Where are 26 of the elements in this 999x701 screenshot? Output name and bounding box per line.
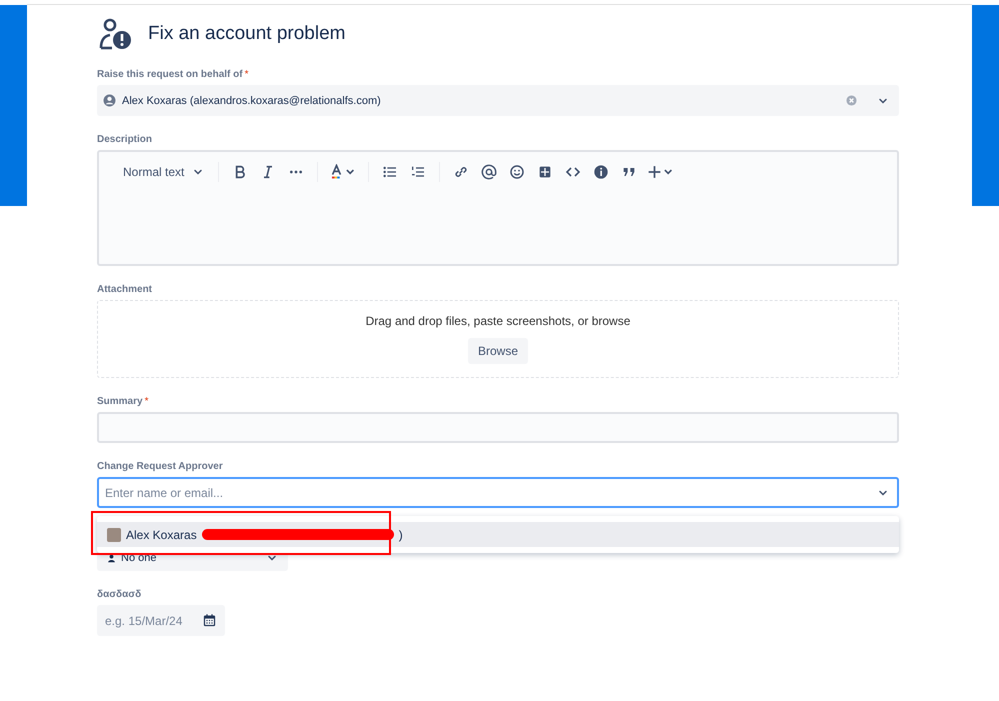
- user-select[interactable]: Alex Koxaras (alexandros.koxaras@relationalfs.com): [97, 85, 899, 116]
- closing-parenthesis: ): [398, 528, 403, 542]
- field-label: Attachment: [97, 284, 152, 295]
- account-alert-icon: [98, 17, 132, 51]
- text-style-dropdown[interactable]: Normal text: [117, 160, 210, 184]
- drop-hint: Drag and drop files, paste screenshots, or browse: [366, 314, 630, 328]
- avatar-photo-placeholder: [107, 528, 121, 542]
- approver-field[interactable]: Enter name or email...: [97, 477, 899, 508]
- field-label: Description: [97, 134, 152, 145]
- suggestion-item[interactable]: Alex Koxaras ): [97, 522, 899, 547]
- user-icon: [103, 94, 116, 107]
- clear-icon: [846, 95, 857, 106]
- description-editor[interactable]: Normal text: [97, 150, 899, 266]
- required-asterisk: *: [144, 396, 148, 407]
- field-label: δασδασδ: [97, 589, 142, 600]
- user-icon: [107, 554, 116, 562]
- field-label: Change Request Approver: [97, 461, 223, 472]
- file-drop-zone[interactable]: Drag and drop files, paste screenshots, or browse Browse: [97, 300, 899, 378]
- user-name: Alex Koxaras: [126, 528, 197, 542]
- field-label: Summary: [97, 396, 143, 407]
- field-label: Raise this request on behalf of: [97, 69, 243, 80]
- page-title: Fix an account problem: [148, 23, 346, 45]
- browse-button[interactable]: Browse: [468, 338, 528, 364]
- required-asterisk: *: [244, 69, 248, 80]
- summary-field[interactable]: [97, 412, 899, 443]
- calendar-icon: [202, 613, 217, 628]
